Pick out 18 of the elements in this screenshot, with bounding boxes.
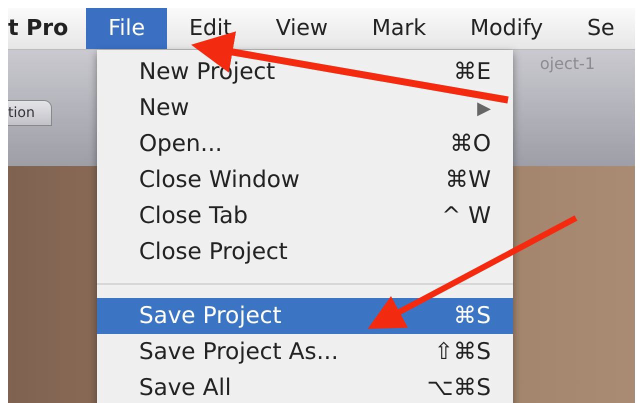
menu-item[interactable]: Save All ⌥⌘S <box>97 370 513 403</box>
menu-title[interactable]: Modify <box>448 8 566 49</box>
menu-item[interactable]: Save Project ⌘S <box>97 298 513 334</box>
menu-item[interactable]: Save Project As... ⇧⌘S <box>97 334 513 370</box>
menu-title[interactable]: Se <box>565 8 635 49</box>
app-menu[interactable]: t Pro <box>8 8 86 49</box>
menu-title[interactable]: Mark <box>350 8 448 49</box>
menu-item[interactable]: Close Tab ^ W <box>97 198 513 234</box>
menu-item[interactable]: New ▶ <box>97 90 513 126</box>
window-title: oject-1 <box>540 54 595 73</box>
menu-item[interactable]: Open... ⌘O <box>97 126 513 162</box>
menu-title[interactable]: File <box>86 8 168 49</box>
menu-title[interactable]: Edit <box>167 8 254 49</box>
menu-item[interactable]: New Project ⌘E <box>97 54 513 90</box>
tab[interactable]: tion <box>8 100 52 126</box>
menu-title[interactable]: View <box>254 8 350 49</box>
menu-item[interactable]: Close Project <box>97 234 513 270</box>
menu-item[interactable]: Close Window ⌘W <box>97 162 513 198</box>
